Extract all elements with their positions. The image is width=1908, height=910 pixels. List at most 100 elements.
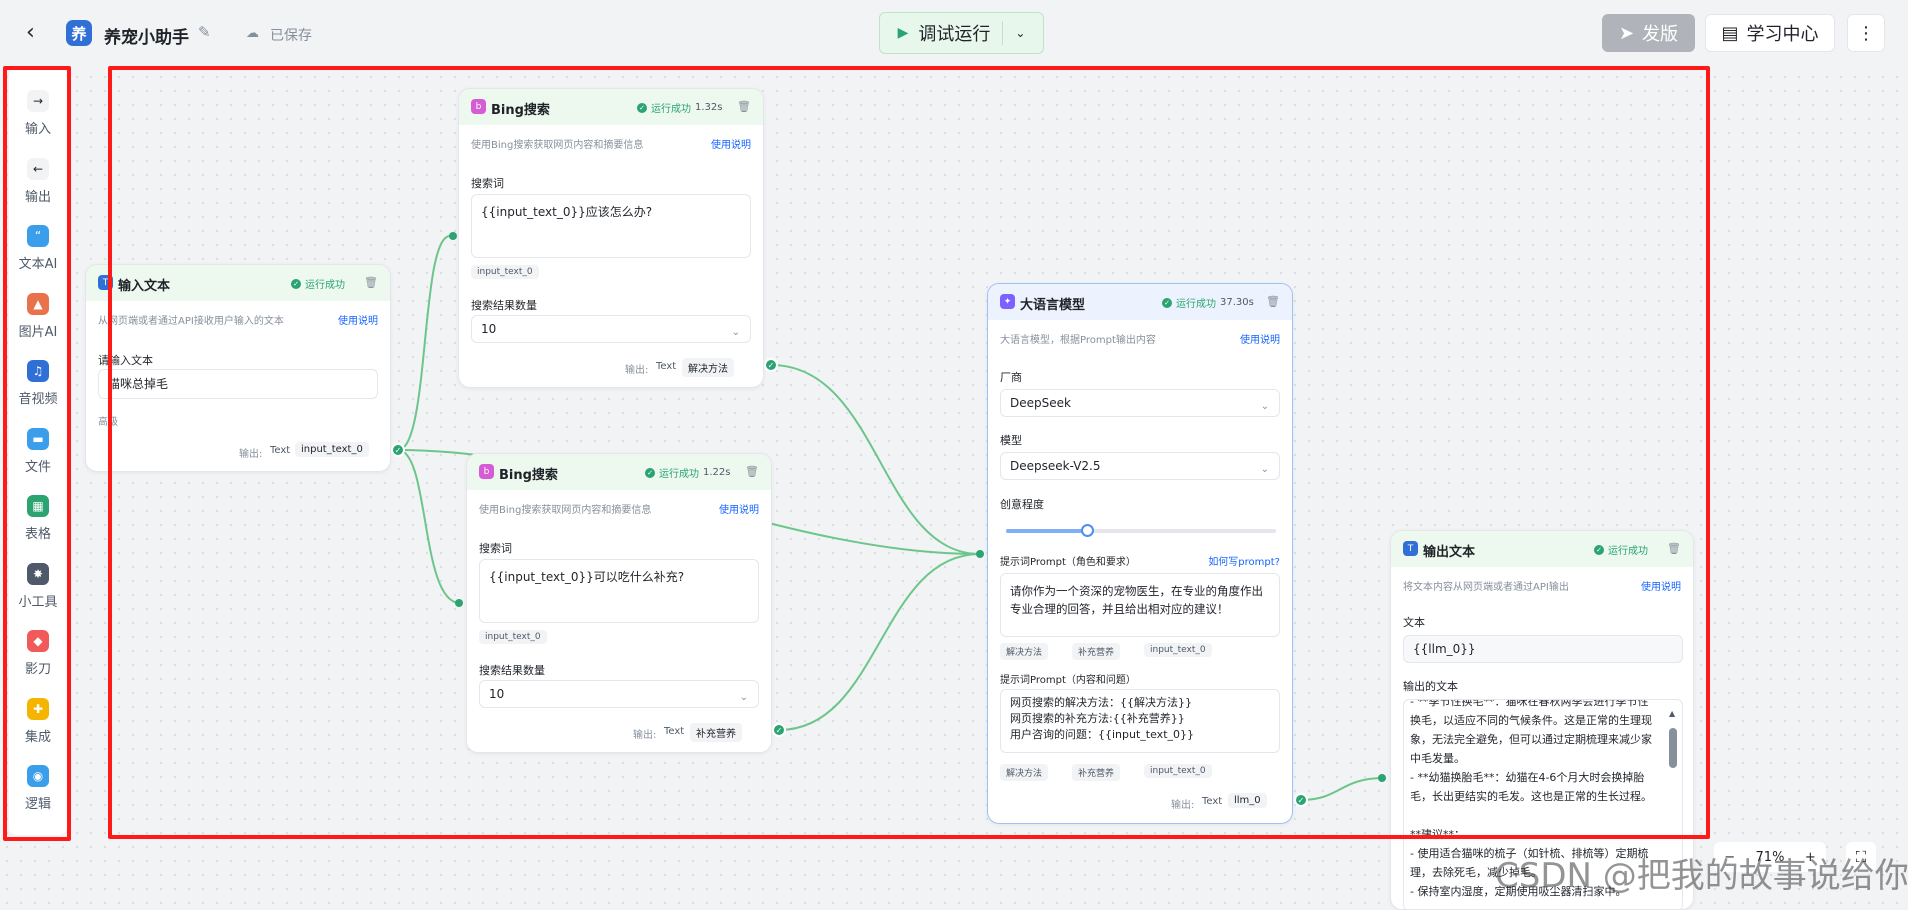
- edge-input-bing1: [397, 235, 451, 451]
- input-text-field[interactable]: 猫咪总掉毛: [98, 369, 378, 399]
- trash-icon[interactable]: 🗑: [737, 100, 751, 113]
- edge-input-bing2: [397, 449, 461, 604]
- output-variable[interactable]: 解决方法: [682, 358, 734, 377]
- vendor-select[interactable]: DeepSeek ⌄: [1000, 389, 1280, 417]
- creativity-slider[interactable]: [1006, 524, 1276, 537]
- query-label: 搜索词: [471, 177, 504, 190]
- query-field[interactable]: {{input_text_0}}可以吃什么补充?: [479, 559, 759, 623]
- text-output-icon: T: [1403, 541, 1418, 556]
- trash-icon[interactable]: 🗑: [1266, 295, 1280, 308]
- output-variable[interactable]: 补充营养: [690, 723, 742, 742]
- creativity-label: 创意程度: [1000, 498, 1044, 511]
- port-llm-in[interactable]: [976, 550, 984, 558]
- input-node-out-port[interactable]: ✓: [391, 443, 405, 457]
- watermark: CSDN @把我的故事说给你: [1495, 856, 1908, 896]
- variable-tag[interactable]: input_text_0: [1144, 643, 1212, 657]
- port-bing2-in[interactable]: [455, 599, 463, 607]
- node-description: 大语言模型，根据Prompt输出内容: [1000, 335, 1156, 346]
- variable-tag[interactable]: input_text_0: [479, 630, 547, 644]
- bing-search-node-1[interactable]: b Bing搜索 ✓ 运行成功 1.32s 🗑 使用Bing搜索获取网页内容和摘要信…: [458, 88, 764, 388]
- creativity-slider-thumb[interactable]: [1081, 524, 1094, 537]
- check-icon: ✓: [645, 467, 655, 478]
- node-title: Bing搜索: [499, 468, 558, 483]
- edge-bing2-llm: [778, 553, 981, 731]
- text-template-field[interactable]: {{llm_0}}: [1403, 635, 1683, 663]
- port-output-in[interactable]: [1378, 774, 1386, 782]
- text-input-icon: T: [98, 275, 113, 290]
- user-prompt-label: 提示词Prompt（内容和问题）: [1000, 675, 1136, 686]
- system-prompt-field[interactable]: 请你作为一个资深的宠物医生，在专业的角度作出专业合理的回答，并且给出相对应的建议…: [1000, 573, 1280, 637]
- field-label: 请输入文本: [98, 354, 153, 367]
- variable-tag[interactable]: input_text_0: [1144, 764, 1212, 778]
- count-select[interactable]: 10 ⌄: [471, 315, 751, 343]
- count-select[interactable]: 10 ⌄: [479, 680, 759, 708]
- llm-node[interactable]: ✦ 大语言模型 ✓ 运行成功 37.30s 🗑 大语言模型，根据Prompt输出内容…: [987, 283, 1293, 824]
- llm-out-port[interactable]: ✓: [1294, 793, 1308, 807]
- check-icon: ✓: [291, 278, 301, 289]
- trash-icon[interactable]: 🗑: [364, 276, 378, 289]
- node-description: 使用Bing搜索获取网页内容和摘要信息: [479, 505, 652, 516]
- node-title: 大语言模型: [1020, 298, 1086, 313]
- result-line: [1410, 806, 1658, 825]
- run-time: 1.32s: [695, 102, 723, 113]
- scroll-thumb[interactable]: [1669, 728, 1677, 768]
- output-type: Text: [656, 361, 677, 372]
- result-scrollbar[interactable]: ▲: [1669, 709, 1677, 793]
- edge-bing1-llm: [770, 364, 981, 555]
- trash-icon[interactable]: 🗑: [1667, 542, 1681, 555]
- variable-tag[interactable]: 解决方法: [1000, 643, 1049, 660]
- advanced-toggle[interactable]: 高级: [98, 413, 118, 428]
- status-text: 运行成功: [1176, 299, 1216, 310]
- run-time: 37.30s: [1220, 297, 1254, 308]
- scroll-up-icon[interactable]: ▲: [1669, 709, 1677, 718]
- help-link[interactable]: 使用说明: [338, 312, 378, 327]
- check-icon: ✓: [1594, 544, 1604, 555]
- variable-tag[interactable]: 补充营养: [1072, 764, 1121, 781]
- variable-tag[interactable]: 补充营养: [1072, 643, 1121, 660]
- text-label: 文本: [1403, 616, 1425, 629]
- bing-search-node-2[interactable]: b Bing搜索 ✓ 运行成功 1.22s 🗑 使用Bing搜索获取网页内容和摘要信…: [466, 453, 772, 753]
- variable-tag[interactable]: input_text_0: [471, 265, 539, 279]
- variable-tag[interactable]: 解决方法: [1000, 764, 1049, 781]
- chevron-down-icon: ⌄: [731, 327, 740, 338]
- bing1-out-port[interactable]: ✓: [764, 358, 778, 372]
- vendor-value: DeepSeek: [1010, 396, 1071, 410]
- help-link[interactable]: 使用说明: [711, 136, 751, 151]
- output-variable[interactable]: llm_0: [1228, 793, 1267, 808]
- node-title: 输出文本: [1423, 545, 1476, 560]
- node-description: 从网页端或者通过API接收用户输入的文本: [98, 316, 284, 327]
- trash-icon[interactable]: 🗑: [745, 465, 759, 478]
- bing-icon: b: [471, 99, 486, 114]
- node-title: Bing搜索: [491, 103, 550, 118]
- status-badge: ✓ 运行成功 1.22s: [645, 465, 730, 480]
- run-time: 1.22s: [703, 467, 731, 478]
- user-prompt-field[interactable]: 网页搜索的解决方法：{{解决方法}} 网页搜索的补充方法:{{补充营养}} 用户…: [1000, 689, 1280, 753]
- output-type: Text: [270, 445, 291, 456]
- prompt-line: 网页搜索的解决方法：{{解决方法}}: [1010, 696, 1192, 709]
- port-bing1-in[interactable]: [449, 232, 457, 240]
- result-line: **建议**：: [1410, 828, 1465, 841]
- chevron-down-icon: ⌄: [739, 692, 748, 703]
- model-select[interactable]: Deepseek-V2.5 ⌄: [1000, 452, 1280, 480]
- node-title: 输入文本: [118, 279, 171, 294]
- node-description: 使用Bing搜索获取网页内容和摘要信息: [471, 140, 644, 151]
- query-field[interactable]: {{input_text_0}}应该怎么办?: [471, 194, 751, 258]
- bing2-out-port[interactable]: ✓: [772, 723, 786, 737]
- status-badge: ✓ 运行成功 37.30s: [1162, 295, 1254, 310]
- result-label: 输出的文本: [1403, 680, 1458, 693]
- chevron-down-icon: ⌄: [1260, 401, 1269, 412]
- query-label: 搜索词: [479, 542, 512, 555]
- prompt-help-link[interactable]: 如何写prompt?: [1208, 553, 1280, 568]
- node-description: 将文本内容从网页端或者通过API输出: [1403, 582, 1569, 593]
- model-label: 模型: [1000, 434, 1022, 447]
- model-value: Deepseek-V2.5: [1010, 459, 1101, 473]
- status-text: 运行成功: [651, 104, 691, 115]
- help-link[interactable]: 使用说明: [719, 501, 759, 516]
- input-text-node[interactable]: T 输入文本 ✓ 运行成功 🗑 从网页端或者通过API接收用户输入的文本 使用说明…: [85, 264, 391, 472]
- output-variable[interactable]: input_text_0: [295, 442, 369, 457]
- check-icon: ✓: [637, 102, 647, 113]
- status-badge: ✓ 运行成功 1.32s: [637, 100, 722, 115]
- help-link[interactable]: 使用说明: [1240, 331, 1280, 346]
- help-link[interactable]: 使用说明: [1641, 578, 1681, 593]
- status-text: 运行成功: [1608, 546, 1648, 557]
